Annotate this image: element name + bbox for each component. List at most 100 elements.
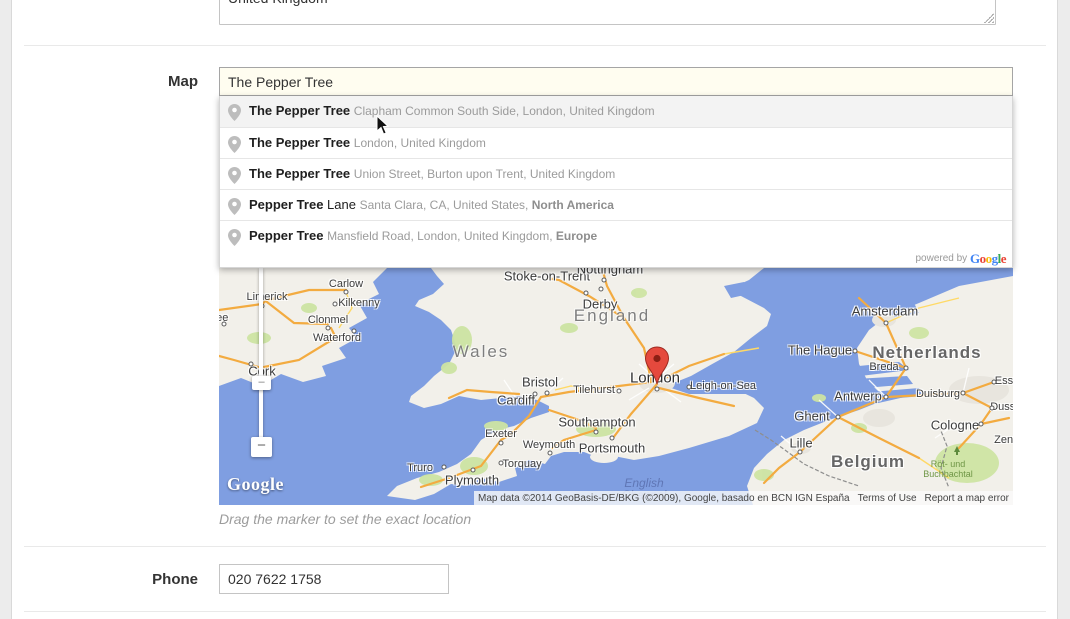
google-logo: Google bbox=[970, 251, 1006, 266]
autocomplete-suggestion[interactable]: The Pepper Tree London, United Kingdom bbox=[220, 127, 1012, 158]
suggestion-main-text: Pepper Tree bbox=[249, 228, 323, 243]
textarea-resize-handle[interactable] bbox=[984, 13, 994, 23]
map-attribution: Map data ©2014 GeoBasis-DE/BKG (©2009), … bbox=[474, 491, 1013, 505]
suggestion-main-text: The Pepper Tree bbox=[249, 166, 350, 181]
drag-marker-hint: Drag the marker to set the exact locatio… bbox=[219, 511, 471, 527]
map-place-label: Esse bbox=[995, 375, 1013, 387]
autocomplete-suggestion[interactable]: Pepper Tree Mansfield Road, London, Unit… bbox=[220, 220, 1012, 251]
town-dot bbox=[499, 441, 504, 446]
place-pin-icon bbox=[228, 167, 241, 184]
map-data-attribution: Map data ©2014 GeoBasis-DE/BKG (©2009), … bbox=[478, 493, 850, 504]
map-place-label: Bristol bbox=[522, 375, 558, 390]
map-place-label: Kilkenny bbox=[338, 297, 380, 309]
zoom-slider-handle[interactable]: – bbox=[252, 376, 271, 390]
map-place-label: Breda bbox=[869, 361, 898, 373]
town-dot bbox=[584, 291, 589, 296]
town-dot bbox=[499, 461, 504, 466]
divider bbox=[24, 546, 1046, 547]
town-dot bbox=[961, 391, 966, 396]
powered-by-text: powered by bbox=[915, 253, 969, 264]
country-textarea[interactable]: United Kingdom bbox=[219, 0, 996, 25]
phone-input[interactable] bbox=[219, 564, 449, 594]
town-dot bbox=[617, 389, 622, 394]
town-dot bbox=[545, 391, 550, 396]
map-place-label: Portsmouth bbox=[579, 441, 645, 456]
report-map-error-link[interactable]: Report a map error bbox=[925, 493, 1009, 504]
suggestion-secondary-text: London, United Kingdom bbox=[354, 136, 486, 150]
town-dot bbox=[333, 302, 338, 307]
town-dot bbox=[884, 321, 889, 326]
town-dot bbox=[610, 436, 615, 441]
suggestion-region-text: North America bbox=[532, 198, 614, 212]
map-place-label: Lille bbox=[789, 436, 812, 451]
town-dot bbox=[249, 362, 254, 367]
suggestion-main-text: Pepper Tree bbox=[249, 197, 323, 212]
location-marker[interactable] bbox=[644, 346, 670, 390]
map-place-label: Wales bbox=[453, 342, 510, 362]
map-place-label: Limerick bbox=[247, 291, 288, 303]
map-field-label: Map bbox=[24, 73, 198, 90]
place-pin-icon bbox=[228, 229, 241, 246]
map-place-label: Truro bbox=[407, 462, 433, 474]
town-dot bbox=[602, 278, 607, 283]
terms-of-use-link[interactable]: Terms of Use bbox=[858, 493, 917, 504]
map-place-label: Netherlands bbox=[872, 343, 981, 363]
map-place-label: Plymouth bbox=[445, 473, 499, 488]
map-place-label: Tilehurst bbox=[573, 384, 615, 396]
town-dot bbox=[594, 430, 599, 435]
town-dot bbox=[853, 349, 858, 354]
place-pin-icon bbox=[228, 198, 241, 215]
town-dot bbox=[836, 415, 841, 420]
map-place-label: Clonmel bbox=[308, 314, 348, 326]
map-place-label: Röt- und bbox=[931, 459, 966, 469]
town-dot bbox=[326, 326, 331, 331]
map-place-label: Duisburg bbox=[916, 388, 960, 400]
zoom-slider-track[interactable] bbox=[259, 268, 263, 446]
map-place-label: Cologne bbox=[931, 418, 979, 433]
town-dot bbox=[548, 451, 553, 456]
town-dot bbox=[344, 290, 349, 295]
divider bbox=[24, 611, 1046, 612]
places-autocomplete-dropdown: The Pepper Tree Clapham Common South Sid… bbox=[219, 96, 1013, 268]
map-place-label: Weymouth bbox=[523, 439, 575, 451]
town-dot bbox=[979, 422, 984, 427]
suggestion-region-text: Europe bbox=[556, 229, 597, 243]
suggestion-secondary-text: Clapham Common South Side, London, Unite… bbox=[354, 104, 655, 118]
map-place-label: Amsterdam bbox=[852, 304, 918, 319]
map-place-label: Belgium bbox=[831, 452, 905, 472]
autocomplete-suggestion[interactable]: The Pepper Tree Union Street, Burton upo… bbox=[220, 158, 1012, 189]
map-place-label: England bbox=[574, 306, 650, 326]
suggestion-main-text: The Pepper Tree bbox=[249, 135, 350, 150]
map-place-label: Ghent bbox=[794, 409, 829, 424]
town-dot bbox=[687, 385, 692, 390]
autocomplete-suggestion[interactable]: The Pepper Tree Clapham Common South Sid… bbox=[220, 96, 1012, 127]
town-dot bbox=[884, 395, 889, 400]
map-search-input[interactable] bbox=[219, 67, 1013, 96]
suggestion-secondary-text: Mansfield Road, London, United Kingdom, bbox=[327, 229, 556, 243]
suggestion-main-text: The Pepper Tree bbox=[249, 103, 350, 118]
autocomplete-suggestion[interactable]: Pepper Tree Lane Santa Clara, CA, United… bbox=[220, 189, 1012, 220]
map-place-label: Southampton bbox=[558, 415, 635, 430]
map-place-label: The Hague bbox=[788, 343, 852, 358]
suggestion-mid-text: Lane bbox=[323, 197, 356, 212]
map-place-label: Nottingham bbox=[577, 268, 643, 277]
powered-by-google: powered by Google bbox=[220, 251, 1012, 267]
google-maps-logo: Google bbox=[227, 474, 284, 495]
map-place-label: Leigh-on-Sea bbox=[690, 380, 756, 392]
map-place-label: Buchbachtal bbox=[923, 469, 973, 479]
phone-field-label: Phone bbox=[24, 571, 198, 588]
map-place-label: Antwerp bbox=[834, 389, 882, 404]
mouse-cursor bbox=[376, 115, 389, 135]
town-dot bbox=[471, 468, 476, 473]
page: United Kingdom Map The Pepper Tree Claph… bbox=[0, 0, 1070, 619]
zoom-out-button[interactable]: − bbox=[251, 437, 272, 457]
map-place-label: Waterford bbox=[313, 332, 361, 344]
google-map[interactable]: leeLimerickCarlowKilkennyClonmelWaterfor… bbox=[219, 268, 1013, 505]
place-pin-icon bbox=[228, 104, 241, 121]
town-dot bbox=[599, 287, 604, 292]
town-dot bbox=[798, 450, 803, 455]
town-dot bbox=[533, 392, 538, 397]
suggestion-secondary-text: Santa Clara, CA, United States, bbox=[360, 198, 532, 212]
town-dot bbox=[352, 329, 357, 334]
place-pin-icon bbox=[228, 136, 241, 153]
